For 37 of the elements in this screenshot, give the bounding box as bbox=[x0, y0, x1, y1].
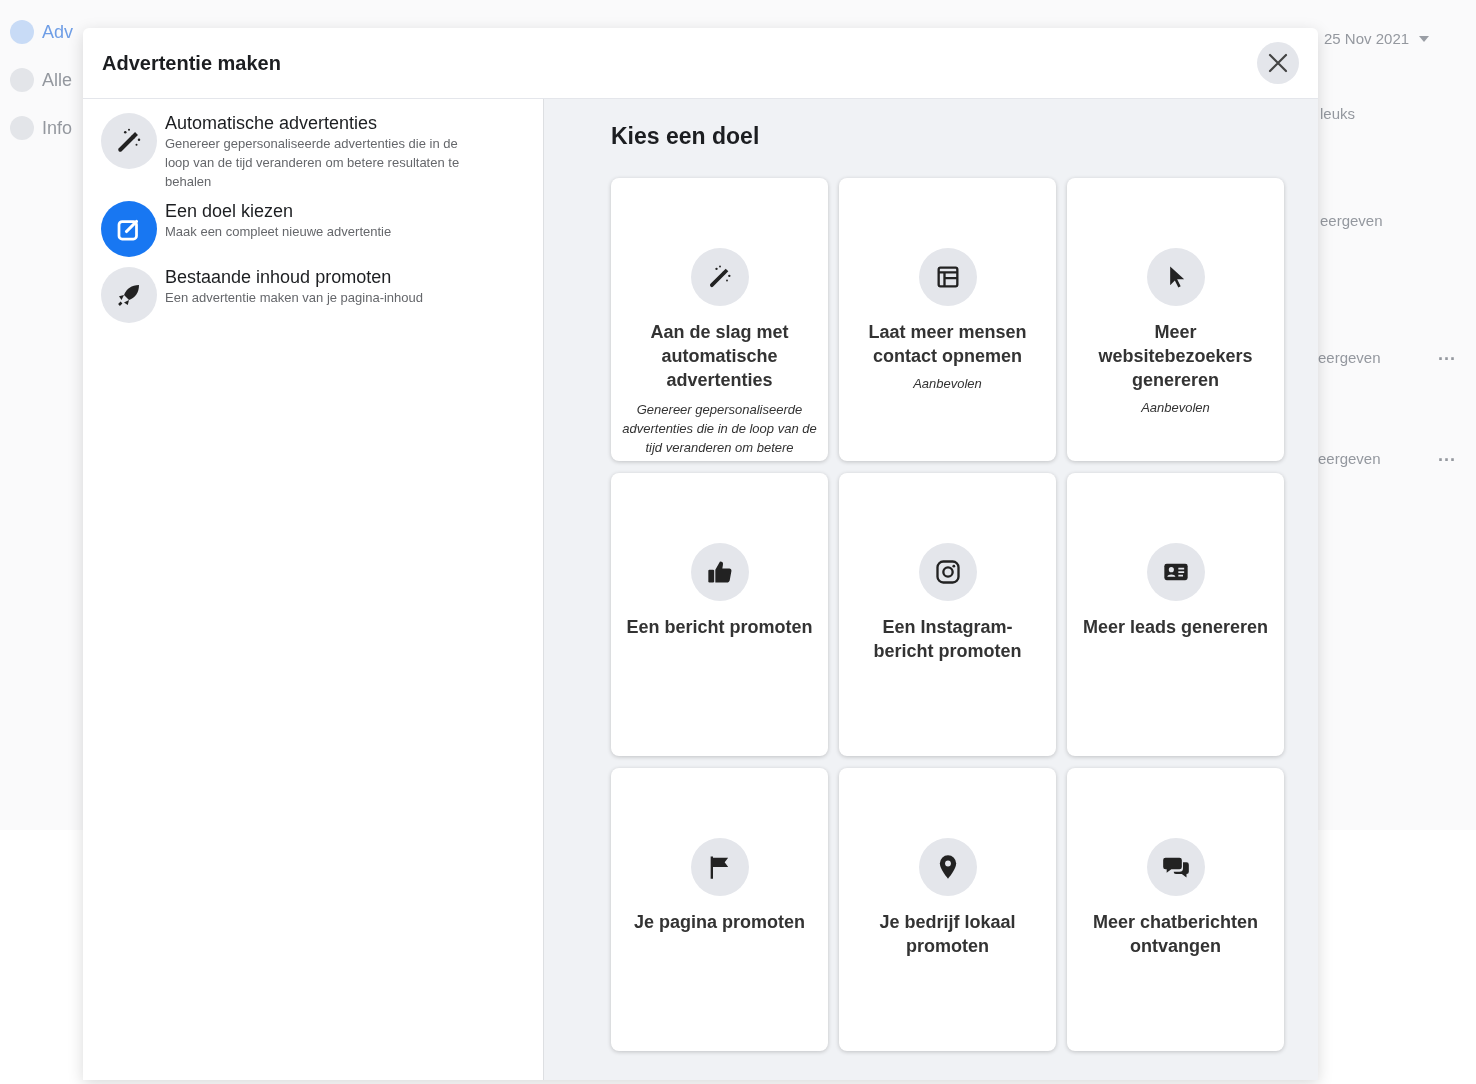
goal-title: Meer chatberichten ontvangen bbox=[1091, 911, 1260, 958]
recommended-label: Aanbevolen bbox=[913, 376, 982, 391]
goal-title: Meer websitebezoekers genereren bbox=[1097, 321, 1254, 392]
metric-label: leuks bbox=[1320, 105, 1357, 122]
goal-title: Laat meer mensen contact opnemen bbox=[867, 321, 1028, 368]
close-button[interactable] bbox=[1257, 42, 1299, 84]
date-range-text: 25 Nov 2021 bbox=[1324, 30, 1410, 47]
goal-title: Je bedrijf lokaal promoten bbox=[878, 911, 1017, 958]
goal-title: Een bericht promoten bbox=[625, 616, 814, 639]
goal-description: Genereer gepersonaliseerde advertenties die in de loop van de tijd veranderen om betere bbox=[621, 401, 818, 457]
goal-card[interactable]: Laat meer mensen contact opnemen Aanbevolen bbox=[839, 178, 1056, 461]
option-description: Maak een compleet nieuwe advertentie bbox=[165, 223, 392, 241]
goal-card[interactable]: Een bericht promoten bbox=[611, 473, 828, 756]
option-title: Automatische advertenties bbox=[165, 113, 379, 134]
goal-card[interactable]: Aan de slag met automatische advertenties Genereer gepersonaliseerde advertenties die in de loop van de tijd veranderen om betere bbox=[611, 178, 828, 461]
section-heading: Kies een doel bbox=[611, 123, 761, 150]
goal-card[interactable]: Een Instagram-bericht promoten bbox=[839, 473, 1056, 756]
menu-option[interactable]: Automatische advertenties Genereer gepersonaliseerde advertenties die in de loop van de tijd veranderen om betere resultaten te behalen bbox=[101, 113, 525, 191]
goal-card[interactable]: Meer leads genereren bbox=[1067, 473, 1284, 756]
goal-title: Een Instagram-bericht promoten bbox=[872, 616, 1023, 663]
menu-option[interactable]: Een doel kiezen Maak een compleet nieuwe advertentie bbox=[101, 201, 525, 257]
goal-title: Aan de slag met automatische advertenties bbox=[649, 321, 790, 392]
menu-option[interactable]: Bestaande inhoud promoten Een advertentie maken van je pagina-inhoud bbox=[101, 267, 525, 323]
option-description: Genereer gepersonaliseerde advertenties die in de loop van de tijd veranderen om betere resultaten te behalen bbox=[165, 135, 461, 191]
goal-card[interactable]: Je pagina promoten bbox=[611, 768, 828, 1051]
option-title: Bestaande inhoud promoten bbox=[165, 267, 393, 288]
caret-icon bbox=[1419, 35, 1430, 42]
goal-title: Je pagina promoten bbox=[633, 911, 806, 934]
recommended-label: Aanbevolen bbox=[1141, 400, 1210, 415]
goal-card[interactable]: Meer websitebezoekers genereren Aanbevolen bbox=[1067, 178, 1284, 461]
option-description: Een advertentie maken van je pagina-inhoud bbox=[165, 289, 423, 307]
dialog-title: Advertentie maken bbox=[102, 51, 281, 75]
goal-card[interactable]: Je bedrijf lokaal promoten bbox=[839, 768, 1056, 1051]
option-title: Een doel kiezen bbox=[165, 201, 295, 222]
close-icon bbox=[1267, 52, 1289, 74]
goal-title: Meer leads genereren bbox=[1081, 616, 1270, 639]
goal-card[interactable]: Meer chatberichten ontvangen bbox=[1067, 768, 1284, 1051]
